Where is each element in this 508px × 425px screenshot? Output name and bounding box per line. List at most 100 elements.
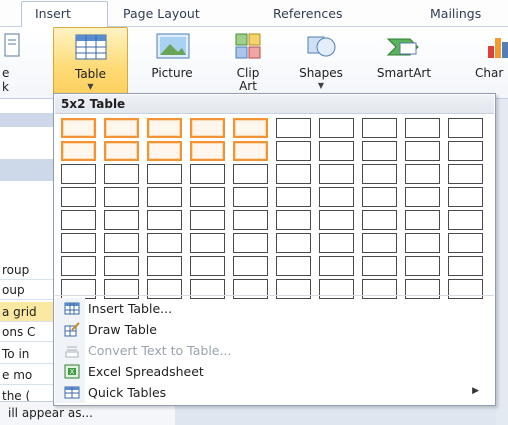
grid-cell[interactable] bbox=[104, 187, 139, 207]
picture-button[interactable]: Picture bbox=[139, 27, 205, 97]
grid-cell-selected[interactable] bbox=[190, 118, 225, 138]
grid-cell[interactable] bbox=[147, 233, 182, 253]
grid-cell[interactable] bbox=[104, 210, 139, 230]
tab-page-layout[interactable]: Page Layout bbox=[123, 6, 200, 21]
grid-cell[interactable] bbox=[362, 233, 397, 253]
grid-cell-selected[interactable] bbox=[104, 141, 139, 161]
grid-cell[interactable] bbox=[319, 233, 354, 253]
tab-references[interactable]: References bbox=[273, 6, 342, 21]
grid-cell[interactable] bbox=[276, 141, 311, 161]
grid-cell[interactable] bbox=[190, 187, 225, 207]
grid-cell-selected[interactable] bbox=[190, 141, 225, 161]
grid-cell[interactable] bbox=[405, 141, 440, 161]
grid-cell[interactable] bbox=[448, 279, 483, 299]
grid-cell[interactable] bbox=[448, 118, 483, 138]
tab-mailings[interactable]: Mailings bbox=[430, 6, 481, 21]
grid-cell[interactable] bbox=[362, 118, 397, 138]
grid-cell[interactable] bbox=[61, 256, 96, 276]
grid-cell-selected[interactable] bbox=[147, 141, 182, 161]
grid-cell[interactable] bbox=[233, 164, 268, 184]
grid-cell[interactable] bbox=[233, 279, 268, 299]
list-item[interactable]: To in bbox=[0, 344, 53, 364]
list-item[interactable]: ons C bbox=[0, 322, 53, 342]
grid-cell[interactable] bbox=[319, 164, 354, 184]
grid-cell[interactable] bbox=[319, 279, 354, 299]
grid-cell[interactable] bbox=[362, 256, 397, 276]
grid-cell[interactable] bbox=[319, 256, 354, 276]
grid-cell[interactable] bbox=[362, 187, 397, 207]
grid-cell[interactable] bbox=[448, 141, 483, 161]
grid-cell[interactable] bbox=[448, 210, 483, 230]
excel-spreadsheet-menu-item[interactable]: X Excel Spreadsheet bbox=[54, 361, 495, 382]
grid-cell[interactable] bbox=[190, 164, 225, 184]
grid-cell[interactable] bbox=[448, 187, 483, 207]
grid-cell[interactable] bbox=[147, 187, 182, 207]
grid-cell[interactable] bbox=[276, 233, 311, 253]
grid-cell[interactable] bbox=[405, 164, 440, 184]
list-item[interactable]: e mo bbox=[0, 365, 53, 385]
grid-cell[interactable] bbox=[147, 256, 182, 276]
grid-cell[interactable] bbox=[362, 141, 397, 161]
grid-cell[interactable] bbox=[190, 210, 225, 230]
grid-cell[interactable] bbox=[61, 233, 96, 253]
grid-cell[interactable] bbox=[319, 141, 354, 161]
grid-cell[interactable] bbox=[362, 210, 397, 230]
list-item[interactable]: a grid bbox=[0, 302, 53, 322]
grid-cell[interactable] bbox=[448, 233, 483, 253]
clip-art-button[interactable]: Clip Art bbox=[225, 27, 271, 97]
grid-cell[interactable] bbox=[233, 256, 268, 276]
grid-cell-selected[interactable] bbox=[233, 118, 268, 138]
tab-insert[interactable]: Insert bbox=[35, 6, 71, 21]
grid-cell[interactable] bbox=[104, 256, 139, 276]
grid-cell-selected[interactable] bbox=[104, 118, 139, 138]
shapes-button[interactable]: Shapes ▼ bbox=[293, 27, 349, 97]
list-item[interactable]: oup bbox=[0, 280, 53, 300]
quick-tables-menu-item[interactable]: Quick Tables ▶ bbox=[54, 382, 495, 403]
grid-cell[interactable] bbox=[190, 256, 225, 276]
grid-cell[interactable] bbox=[61, 164, 96, 184]
list-item[interactable]: roup bbox=[0, 260, 53, 280]
grid-cell[interactable] bbox=[104, 233, 139, 253]
grid-cell[interactable] bbox=[233, 187, 268, 207]
partial-button-left[interactable]: e k bbox=[0, 27, 28, 97]
grid-cell[interactable] bbox=[405, 118, 440, 138]
grid-cell[interactable] bbox=[448, 256, 483, 276]
grid-cell[interactable] bbox=[319, 187, 354, 207]
smartart-button[interactable]: SmartArt bbox=[372, 27, 436, 97]
grid-cell-selected[interactable] bbox=[233, 141, 268, 161]
draw-table-menu-item[interactable]: Draw Table bbox=[54, 319, 495, 340]
table-button[interactable]: Table ▼ bbox=[53, 27, 128, 97]
grid-cell-selected[interactable] bbox=[61, 118, 96, 138]
grid-cell[interactable] bbox=[405, 256, 440, 276]
grid-cell[interactable] bbox=[61, 187, 96, 207]
grid-cell-selected[interactable] bbox=[147, 118, 182, 138]
grid-cell[interactable] bbox=[190, 279, 225, 299]
grid-cell[interactable] bbox=[276, 164, 311, 184]
grid-cell[interactable] bbox=[147, 279, 182, 299]
grid-cell[interactable] bbox=[104, 164, 139, 184]
grid-cell[interactable] bbox=[319, 210, 354, 230]
convert-text-menu-item[interactable]: Convert Text to Table... bbox=[54, 340, 495, 361]
grid-cell[interactable] bbox=[405, 279, 440, 299]
grid-cell[interactable] bbox=[147, 164, 182, 184]
grid-cell[interactable] bbox=[147, 210, 182, 230]
grid-cell[interactable] bbox=[276, 210, 311, 230]
grid-cell-selected[interactable] bbox=[61, 141, 96, 161]
grid-cell[interactable] bbox=[276, 187, 311, 207]
grid-cell[interactable] bbox=[233, 210, 268, 230]
grid-cell[interactable] bbox=[276, 118, 311, 138]
grid-cell[interactable] bbox=[104, 279, 139, 299]
grid-cell[interactable] bbox=[362, 164, 397, 184]
grid-cell[interactable] bbox=[276, 279, 311, 299]
insert-table-menu-item[interactable]: Insert Table... bbox=[54, 298, 495, 319]
grid-cell[interactable] bbox=[276, 256, 311, 276]
grid-cell[interactable] bbox=[61, 279, 96, 299]
grid-cell[interactable] bbox=[61, 210, 96, 230]
grid-cell[interactable] bbox=[190, 233, 225, 253]
grid-cell[interactable] bbox=[233, 233, 268, 253]
grid-cell[interactable] bbox=[362, 279, 397, 299]
grid-cell[interactable] bbox=[405, 187, 440, 207]
grid-cell[interactable] bbox=[405, 210, 440, 230]
grid-cell[interactable] bbox=[405, 233, 440, 253]
grid-cell[interactable] bbox=[448, 164, 483, 184]
